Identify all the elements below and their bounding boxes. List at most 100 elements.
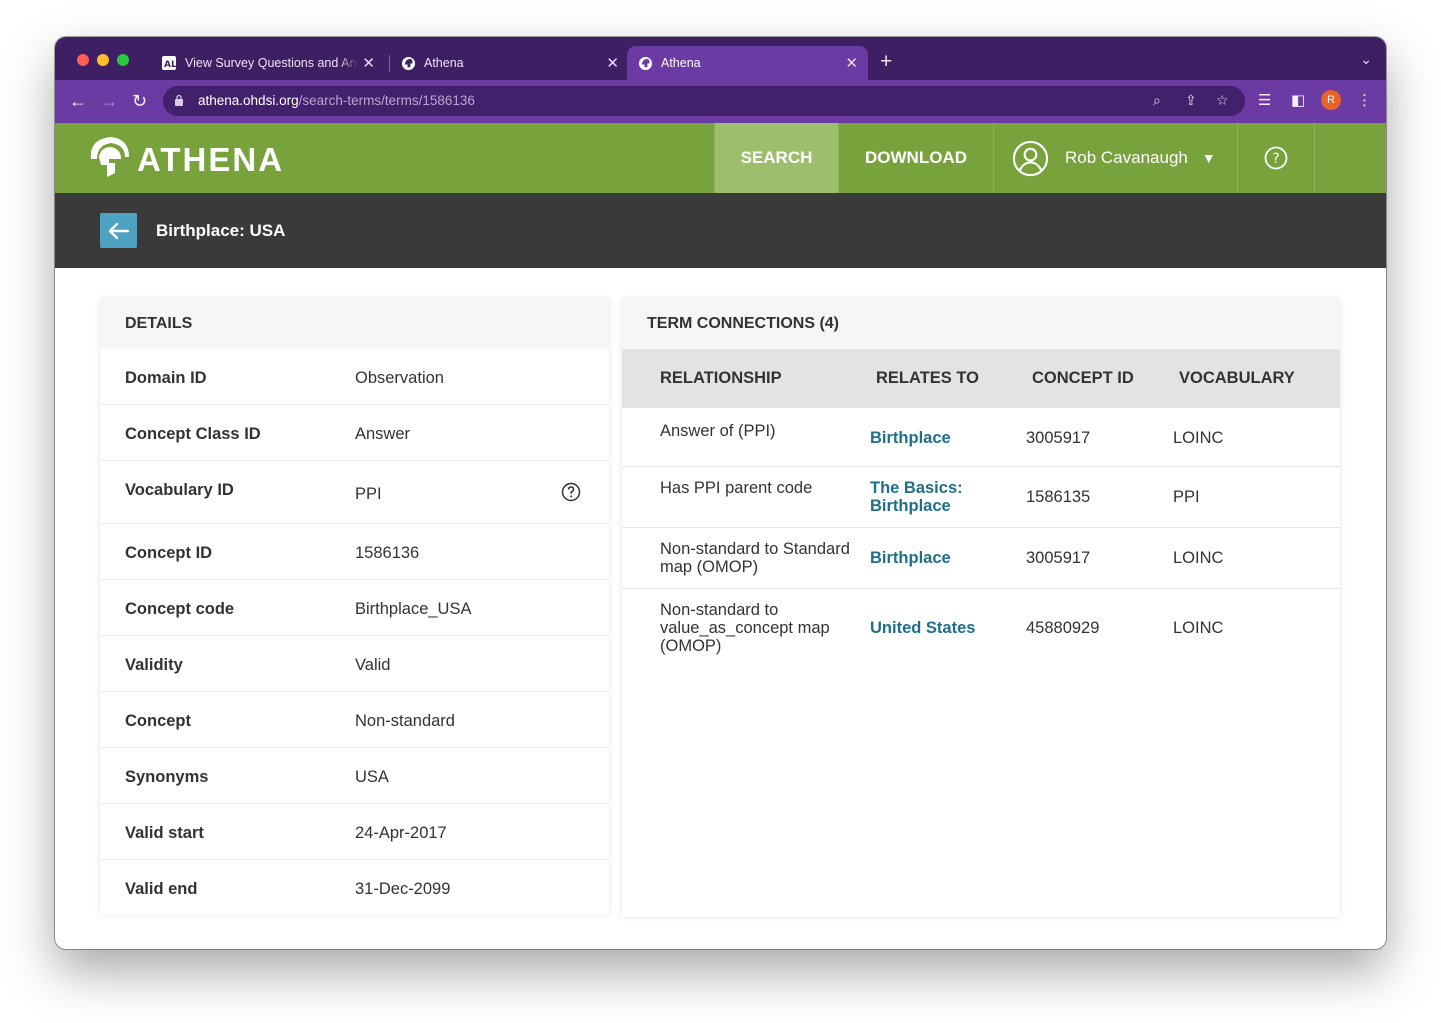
browser-toolbar: ← → ↻ athena.ohdsi.org/search-terms/term… [55, 80, 1386, 123]
detail-label: Concept ID [125, 544, 213, 562]
table-row: Has PPI parent code The Basics: Birthpla… [622, 467, 1340, 528]
close-tab-icon[interactable]: ✕ [362, 54, 375, 72]
help-circle-icon: ? [1264, 146, 1288, 170]
tab-athena[interactable]: Athena ✕ [391, 46, 629, 80]
tab-title: Athena [661, 56, 701, 70]
detail-label: Concept Class ID [125, 425, 261, 443]
column-header-relates-to[interactable]: RELATES TO [876, 369, 979, 388]
detail-value: Non-standard [355, 712, 455, 730]
caret-down-icon: ▼ [1201, 150, 1216, 166]
survey-logo-icon: AL [161, 55, 177, 71]
help-button[interactable]: ? [1237, 123, 1315, 193]
detail-label: Concept [125, 712, 191, 730]
vocabulary-help-icon[interactable] [561, 482, 581, 502]
tab-athena-active[interactable]: Athena ✕ [627, 46, 868, 80]
table-row: Non-standard to Standard map (OMOP) Birt… [622, 528, 1340, 589]
term-connections-card: TERM CONNECTIONS (4) RELATIONSHIP RELATE… [622, 299, 1340, 917]
detail-row-valid-end: Valid end 31-Dec-2099 [100, 860, 609, 916]
detail-row-concept: Concept Non-standard [100, 692, 609, 748]
detail-label: Vocabulary ID [125, 481, 234, 499]
side-panel-icon[interactable]: ◧ [1291, 91, 1305, 109]
new-tab-plus-icon[interactable]: + [880, 50, 892, 74]
athena-logo[interactable]: ATHENA [85, 133, 284, 181]
url-path: /search-terms/terms/1586136 [298, 93, 475, 108]
logo-text: ATHENA [137, 141, 285, 178]
tab-title: View Survey Questions and Answers [185, 56, 359, 70]
url-host: athena.ohdsi.org [198, 93, 299, 108]
athena-helmet-icon [400, 55, 416, 71]
concept-id-cell: 3005917 [1026, 549, 1091, 567]
relationship-cell: Answer of (PPI) [660, 422, 776, 440]
relationship-cell: Has PPI parent code [660, 479, 813, 497]
profile-avatar[interactable]: R [1321, 90, 1341, 110]
column-header-relationship[interactable]: RELATIONSHIP [660, 369, 782, 388]
concept-id-cell: 3005917 [1026, 429, 1091, 447]
address-bar[interactable]: athena.ohdsi.org/search-terms/terms/1586… [163, 86, 1245, 116]
tab-search-chevron-icon[interactable]: ⌄ [1360, 51, 1372, 68]
detail-row-valid-start: Valid start 24-Apr-2017 [100, 804, 609, 860]
tab-title: Athena [424, 56, 464, 70]
detail-row-synonyms: Synonyms USA [100, 748, 609, 804]
browser-window: AL View Survey Questions and Answers ✕ A… [55, 37, 1386, 949]
detail-value: 24-Apr-2017 [355, 824, 447, 842]
share-icon[interactable]: ⇪ [1185, 92, 1197, 109]
details-card: DETAILS Domain ID Observation Concept Cl… [100, 299, 609, 915]
detail-row-validity: Validity Valid [100, 636, 609, 692]
detail-label: Valid start [125, 824, 204, 842]
page-title: Birthplace: USA [156, 221, 286, 240]
column-header-vocabulary[interactable]: VOCABULARY [1179, 369, 1295, 388]
user-avatar-icon [1012, 140, 1049, 176]
athena-helmet-icon [637, 55, 653, 71]
column-header-concept-id[interactable]: CONCEPT ID [1032, 369, 1134, 388]
relates-to-link[interactable]: Birthplace [870, 549, 1010, 567]
detail-row-domain-id: Domain ID Observation [100, 349, 609, 405]
url-text: athena.ohdsi.org/search-terms/terms/1586… [198, 93, 475, 108]
relates-to-link[interactable]: United States [870, 619, 1010, 637]
svg-text:?: ? [1272, 151, 1279, 167]
reload-icon[interactable]: ↻ [132, 90, 147, 112]
table-header: RELATIONSHIP RELATES TO CONCEPT ID VOCAB… [622, 349, 1340, 408]
detail-label: Domain ID [125, 369, 207, 387]
back-button[interactable] [100, 213, 137, 248]
zoom-icon[interactable]: ⌕ [1153, 92, 1161, 109]
vocabulary-cell: LOINC [1173, 619, 1224, 637]
nav-search[interactable]: SEARCH [714, 123, 838, 193]
detail-value: 31-Dec-2099 [355, 880, 451, 898]
arrow-left-icon [108, 222, 129, 239]
detail-label: Concept code [125, 600, 235, 618]
lock-icon [175, 94, 183, 106]
detail-value: Observation [355, 369, 444, 387]
tab-separator [389, 55, 390, 72]
minimize-window-button[interactable] [97, 54, 109, 66]
user-name: Rob Cavanaugh [1065, 148, 1188, 167]
tab-strip: AL View Survey Questions and Answers ✕ A… [55, 37, 1386, 80]
relates-to-link[interactable]: Birthplace [870, 429, 1010, 447]
user-menu[interactable]: Rob Cavanaugh ▼ [993, 123, 1237, 193]
zoom-window-button[interactable] [117, 54, 129, 66]
forward-arrow-icon[interactable]: → [100, 90, 118, 112]
detail-value: 1586136 [355, 544, 420, 562]
detail-label: Synonyms [125, 768, 209, 786]
vocabulary-cell: LOINC [1173, 549, 1224, 567]
media-queue-icon[interactable]: ☰ [1258, 91, 1271, 109]
relationship-cell: Non-standard to Standard map (OMOP) [660, 540, 850, 576]
vocabulary-cell: LOINC [1173, 429, 1224, 447]
close-tab-icon[interactable]: ✕ [606, 54, 619, 72]
close-tab-icon[interactable]: ✕ [845, 54, 858, 72]
concept-id-cell: 45880929 [1026, 619, 1100, 637]
bookmark-star-icon[interactable]: ☆ [1216, 92, 1229, 109]
detail-value: Answer [355, 425, 411, 443]
table-row: Non-standard to value_as_concept map (OM… [622, 589, 1340, 669]
relates-to-link[interactable]: The Basics: Birthplace [870, 479, 1010, 515]
detail-value: Birthplace_USA [355, 600, 472, 618]
nav-download[interactable]: DOWNLOAD [838, 123, 993, 193]
browser-menu-icon[interactable]: ⋮ [1357, 91, 1372, 109]
detail-value: USA [355, 768, 389, 786]
close-window-button[interactable] [77, 54, 89, 66]
detail-row-vocabulary-id: Vocabulary ID PPI [100, 461, 609, 524]
svg-text:AL: AL [164, 60, 176, 70]
back-arrow-icon[interactable]: ← [69, 90, 87, 112]
details-heading: DETAILS [100, 299, 609, 349]
tab-survey[interactable]: AL View Survey Questions and Answers ✕ [152, 46, 385, 80]
concept-id-cell: 1586135 [1026, 488, 1091, 506]
